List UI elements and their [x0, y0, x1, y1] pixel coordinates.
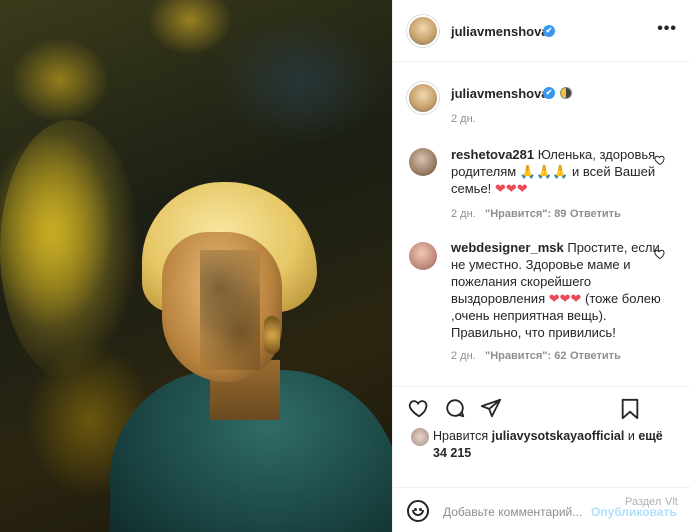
- caption-time[interactable]: 2 дн.: [451, 113, 476, 125]
- post-side-panel: juliavmenshova ✔ ••• juliavmenshova ✔ 2 …: [392, 0, 690, 532]
- author-username[interactable]: juliavmenshova: [451, 24, 549, 39]
- share-icon[interactable]: [479, 397, 503, 419]
- comment-like-heart-icon[interactable]: [654, 248, 666, 260]
- likes-prefix: Нравится: [433, 429, 489, 443]
- caption-username[interactable]: juliavmenshova: [451, 86, 549, 101]
- watermark-text: Раздел: [625, 496, 662, 508]
- comment-username[interactable]: webdesigner_msk: [451, 240, 564, 255]
- comment-username[interactable]: reshetova281: [451, 147, 534, 162]
- like-heart-icon[interactable]: [407, 397, 431, 419]
- caption-verified-icon: ✔: [543, 87, 555, 99]
- add-comment-bar: Добавьте комментарий... Опубликовать: [393, 487, 690, 532]
- comment-avatar[interactable]: [409, 148, 437, 176]
- caption-avatar[interactable]: [407, 82, 439, 114]
- liker-username[interactable]: juliavysotskayaofficial: [492, 429, 625, 443]
- likes-summary: Нравится juliavysotskayaofficial и ещё 3…: [433, 428, 673, 462]
- photo-shadow: [200, 250, 260, 370]
- verified-icon: ✔: [543, 25, 555, 37]
- bookmark-icon[interactable]: [619, 397, 641, 421]
- hearts-emoji: ❤❤❤: [548, 291, 582, 306]
- comment-input[interactable]: Добавьте комментарий...: [443, 505, 582, 519]
- comment-body: webdesigner_msk Простите, если не уместн…: [451, 239, 661, 341]
- more-icon[interactable]: •••: [657, 21, 677, 37]
- foreground-leaf: [0, 120, 140, 380]
- comment-likes-count[interactable]: "Нравится": 89: [485, 208, 566, 220]
- reply-button[interactable]: Ответить: [570, 350, 621, 362]
- comment-time[interactable]: 2 дн.: [451, 350, 476, 362]
- comment-like-heart-icon[interactable]: [654, 154, 666, 166]
- comment-likes-count[interactable]: "Нравится": 62: [485, 350, 566, 362]
- photo-earring: [264, 316, 280, 354]
- comment-avatar[interactable]: [409, 242, 437, 270]
- hearts-emoji: ❤❤❤: [494, 181, 528, 196]
- liker-avatar[interactable]: [411, 428, 429, 446]
- reply-button[interactable]: Ответить: [570, 208, 621, 220]
- comment-body: reshetova281 Юленька, здоровья родителям…: [451, 146, 661, 197]
- lemon-emoji-icon: [560, 87, 572, 99]
- watermark-text-2: Vlt: [665, 496, 678, 508]
- post-header: juliavmenshova ✔ •••: [393, 0, 690, 62]
- pray-emoji: 🙏🙏🙏: [519, 164, 569, 179]
- comment-icon[interactable]: [443, 397, 467, 419]
- post-photo[interactable]: [0, 0, 392, 532]
- author-avatar[interactable]: [407, 15, 439, 47]
- likes-connector: и: [627, 429, 635, 443]
- actions-divider: [393, 386, 690, 387]
- comment-time[interactable]: 2 дн.: [451, 208, 476, 220]
